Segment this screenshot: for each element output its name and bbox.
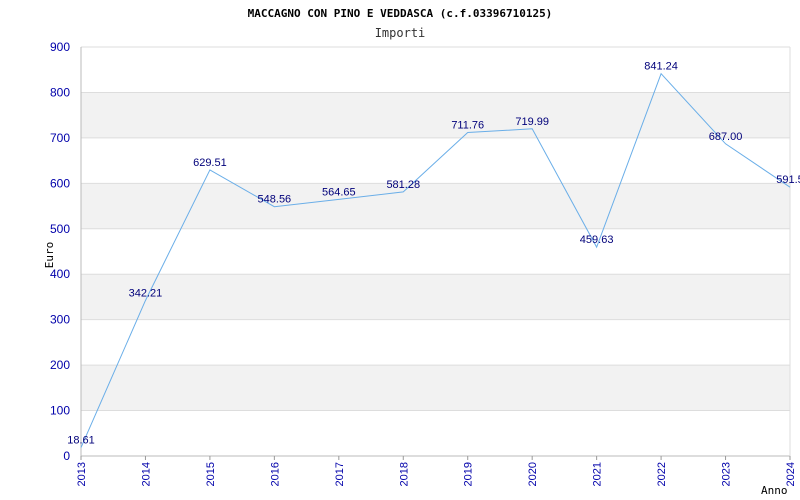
y-tick-label: 600 — [50, 176, 70, 190]
data-label: 719.99 — [515, 116, 549, 128]
x-tick-label: 2021 — [592, 462, 604, 486]
x-tick-labels: 2013 2014 2015 2016 2017 2018 2019 2020 2021 2022… — [76, 456, 797, 486]
chart-title: MACCAGNO CON PINO E VEDDASCA (c.f.033967… — [248, 7, 553, 20]
data-label: 841.24 — [644, 61, 678, 73]
x-tick-label: 2015 — [205, 462, 217, 486]
data-label: 591.5 — [776, 174, 800, 186]
y-tick-label: 100 — [50, 404, 70, 418]
x-tick-label: 2016 — [269, 462, 281, 486]
x-tick-label: 2019 — [463, 462, 475, 486]
y-tick-label: 900 — [50, 40, 70, 54]
y-tick-label: 500 — [50, 222, 70, 236]
grid-band — [81, 92, 790, 138]
x-axis-label: Anno — [761, 484, 788, 497]
y-tick-label: 700 — [50, 131, 70, 145]
y-tick-label: 0 — [63, 449, 70, 463]
y-tick-label: 400 — [50, 267, 70, 281]
y-axis-label: Euro — [43, 242, 56, 269]
x-tick-label: 2013 — [76, 462, 88, 486]
grid-band — [81, 365, 790, 411]
x-tick-label: 2023 — [721, 462, 733, 486]
data-label: 18.61 — [67, 435, 95, 447]
grid-band — [81, 183, 790, 229]
chart-subtitle: Importi — [375, 26, 426, 40]
x-tick-label: 2024 — [785, 462, 797, 486]
y-tick-label: 300 — [50, 313, 70, 327]
data-label: 711.76 — [451, 120, 484, 132]
data-label: 581.28 — [386, 179, 420, 191]
data-label: 459.63 — [580, 234, 614, 246]
x-tick-label: 2018 — [398, 462, 410, 486]
chart: MACCAGNO CON PINO E VEDDASCA (c.f.033967… — [43, 7, 800, 497]
background-bands — [81, 92, 790, 411]
data-label: 548.56 — [258, 194, 292, 206]
x-tick-label: 2022 — [656, 462, 668, 486]
data-label: 342.21 — [129, 287, 163, 299]
data-label: 687.00 — [709, 131, 743, 143]
y-tick-label: 200 — [50, 358, 70, 372]
grid-band — [81, 274, 790, 320]
x-tick-label: 2014 — [140, 462, 152, 486]
data-label: 629.51 — [193, 157, 227, 169]
x-tick-label: 2020 — [527, 462, 539, 486]
x-tick-label: 2017 — [334, 462, 346, 486]
data-label: 564.65 — [322, 186, 356, 198]
y-tick-label: 800 — [50, 85, 70, 99]
